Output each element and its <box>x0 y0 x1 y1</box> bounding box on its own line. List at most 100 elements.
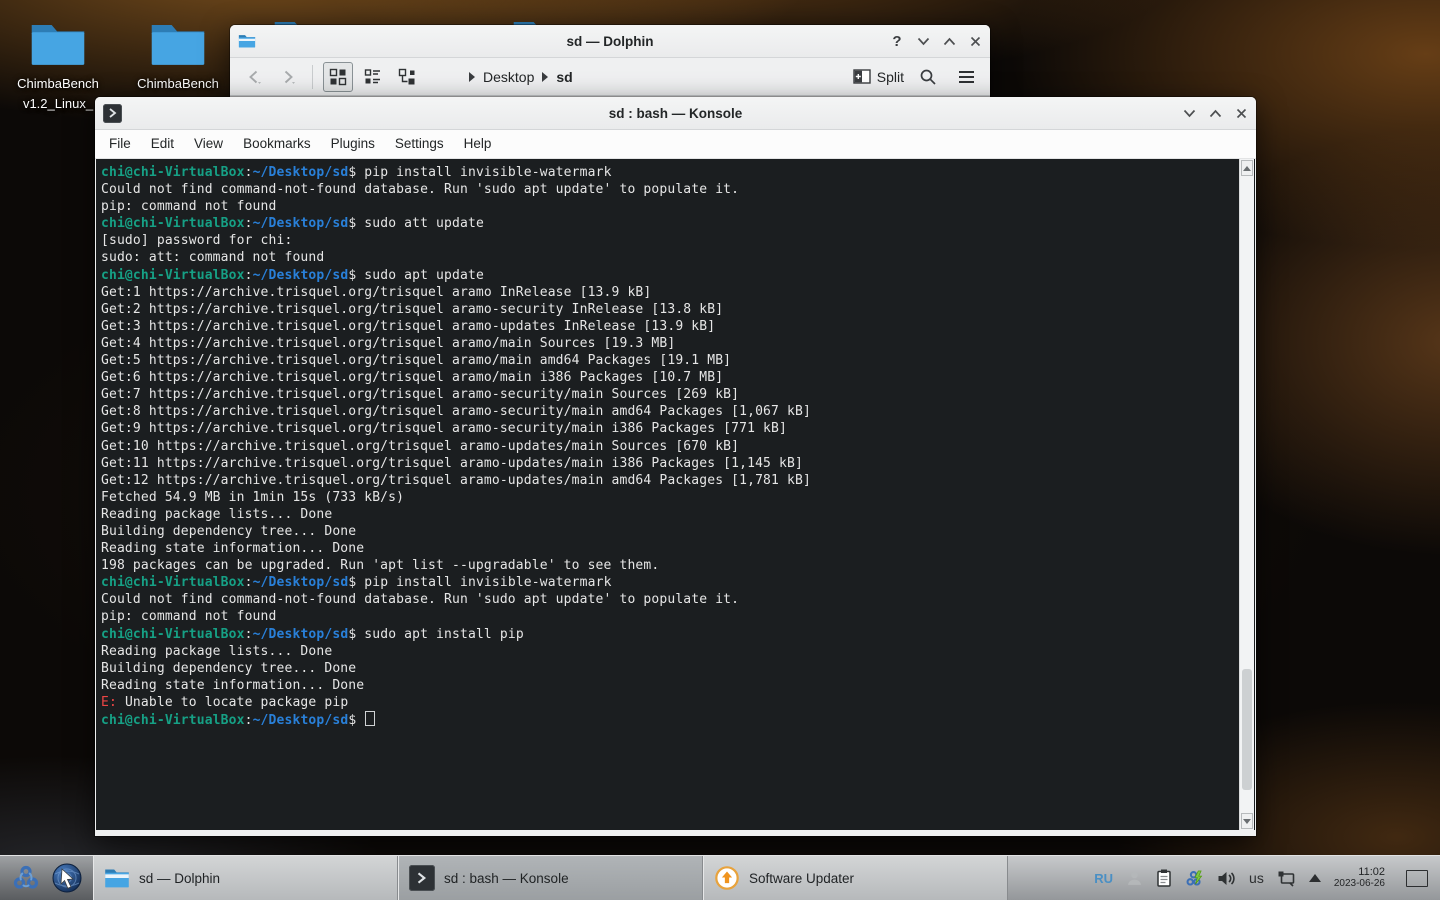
terminal-line: E: Unable to locate package pip <box>101 694 349 710</box>
tree-view-button[interactable] <box>393 63 421 91</box>
terminal-line: Get:11 https://archive.trisquel.org/tris… <box>101 455 803 471</box>
menu-settings[interactable]: Settings <box>385 130 454 158</box>
terminal-line: Get:1 https://archive.trisquel.org/trisq… <box>101 284 652 300</box>
clock[interactable]: 11:02 2023-06-26 <box>1333 866 1385 890</box>
terminal-line: Get:9 https://archive.trisquel.org/trisq… <box>101 421 787 437</box>
terminal-line: Get:5 https://archive.trisquel.org/trisq… <box>101 353 732 369</box>
konsole-app-icon <box>103 103 122 123</box>
chevron-up-icon <box>1209 109 1221 117</box>
terminal-line: Get:3 https://archive.trisquel.org/trisq… <box>101 318 716 334</box>
scroll-up-button[interactable] <box>1241 160 1253 176</box>
terminal-line: chi@chi-VirtualBox:~/Desktop/sd$ sudo at… <box>101 216 484 232</box>
minimize-button[interactable] <box>916 34 930 48</box>
folder-icon <box>151 24 205 65</box>
terminal-line: pip: command not found <box>101 199 277 215</box>
terminal-area[interactable]: chi@chi-VirtualBox:~/Desktop/sd$ pip ins… <box>96 159 1255 830</box>
desktop-icon-label: ChimbaBench <box>17 76 99 91</box>
menu-edit[interactable]: Edit <box>141 130 184 158</box>
task-software-updater[interactable]: Software Updater <box>703 856 1008 900</box>
minimize-button[interactable] <box>1182 106 1196 120</box>
close-icon <box>970 36 980 46</box>
tray-keyboard-layout[interactable]: us <box>1249 870 1264 886</box>
task-konsole[interactable]: sd : bash — Konsole <box>398 856 703 900</box>
clipboard-icon[interactable] <box>1156 869 1172 887</box>
terminal-line: pip: command not found <box>101 609 277 625</box>
scrollbar-thumb[interactable] <box>1242 668 1252 790</box>
konsole-icon <box>409 865 435 891</box>
terminal-line: Fetched 54.9 MB in 1min 15s (733 kB/s) <box>101 489 405 505</box>
back-button[interactable] <box>240 63 268 91</box>
desktop-icon-chimbabench[interactable]: ChimbaBench <box>122 20 234 94</box>
terminal-line: Get:6 https://archive.trisquel.org/trisq… <box>101 370 724 386</box>
konsole-titlebar[interactable]: sd : bash — Konsole <box>95 97 1256 130</box>
menu-view[interactable]: View <box>184 130 233 158</box>
clock-time: 11:02 <box>1358 866 1385 878</box>
taskbar: sd — Dolphin sd : bash — Konsole Softwar… <box>0 855 1440 900</box>
menu-help[interactable]: Help <box>454 130 502 158</box>
breadcrumb-arrow-icon[interactable] <box>542 71 549 82</box>
forward-button[interactable] <box>274 63 302 91</box>
terminal-line: sudo: att: command not found <box>101 250 325 266</box>
task-dolphin[interactable]: sd — Dolphin <box>93 856 398 900</box>
folder-icon <box>105 869 129 888</box>
maximize-button[interactable] <box>1208 106 1222 120</box>
dolphin-folder-icon <box>238 35 256 48</box>
terminal-line: Building dependency tree... Done <box>101 523 357 539</box>
hamburger-icon <box>958 70 974 83</box>
breadcrumb-arrow-icon[interactable] <box>469 71 475 82</box>
terminal-cursor <box>365 711 376 726</box>
terminal-line: Could not find command-not-found databas… <box>101 182 740 198</box>
software-updater-icon <box>715 866 739 890</box>
task-label: sd — Dolphin <box>139 870 221 886</box>
konsole-window: sd : bash — Konsole File Edit View Bookmark… <box>95 97 1256 836</box>
konsole-menubar: File Edit View Bookmarks Plugins Settings Help <box>95 130 1256 159</box>
terminal-line: Reading state information... Done <box>101 677 365 693</box>
breadcrumb-desktop[interactable]: Desktop <box>483 69 534 85</box>
terminal-line: Reading state information... Done <box>101 541 365 557</box>
terminal-line: Could not find command-not-found databas… <box>101 592 740 608</box>
forward-arrow-icon <box>284 70 295 84</box>
task-label: sd : bash — Konsole <box>444 870 569 886</box>
terminal-line: chi@chi-VirtualBox:~/Desktop/sd$ sudo ap… <box>101 267 484 283</box>
help-button[interactable]: ? <box>890 33 904 50</box>
update-notifier-icon[interactable] <box>1185 869 1204 888</box>
chevron-down-icon <box>1183 109 1195 117</box>
terminal-scrollbar[interactable] <box>1239 159 1254 830</box>
chevron-up-icon <box>943 37 955 45</box>
show-desktop-button[interactable] <box>1406 869 1428 887</box>
user-icon[interactable] <box>1126 870 1143 887</box>
maximize-button[interactable] <box>942 34 956 48</box>
split-view-icon <box>853 69 871 84</box>
menu-file[interactable]: File <box>99 130 141 158</box>
konsole-window-title: sd : bash — Konsole <box>608 105 743 121</box>
terminal-output[interactable]: chi@chi-VirtualBox:~/Desktop/sd$ pip ins… <box>96 159 1240 830</box>
terminal-line: chi@chi-VirtualBox:~/Desktop/sd$ pip ins… <box>101 165 612 180</box>
terminal-line: Get:8 https://archive.trisquel.org/trisq… <box>101 404 811 420</box>
terminal-line: Get:4 https://archive.trisquel.org/trisq… <box>101 335 676 351</box>
clock-date: 2023-06-26 <box>1333 878 1385 889</box>
close-button[interactable] <box>968 34 982 48</box>
volume-icon[interactable] <box>1217 870 1236 887</box>
search-button[interactable] <box>914 63 942 91</box>
menu-plugins[interactable]: Plugins <box>321 130 385 158</box>
icons-view-button[interactable] <box>323 61 353 92</box>
launcher-globe-icon[interactable] <box>51 862 83 894</box>
icons-view-icon <box>329 68 347 85</box>
scroll-down-button[interactable] <box>1241 813 1253 829</box>
tray-expander-icon[interactable] <box>1308 874 1321 882</box>
terminal-line: chi@chi-VirtualBox:~/Desktop/sd$ <box>101 711 1240 729</box>
menu-bookmarks[interactable]: Bookmarks <box>233 130 321 158</box>
menu-button[interactable] <box>952 63 980 91</box>
terminal-line: chi@chi-VirtualBox:~/Desktop/sd$ pip ins… <box>101 575 612 591</box>
trisquel-logo-icon[interactable] <box>11 863 41 893</box>
terminal-line: chi@chi-VirtualBox:~/Desktop/sd$ sudo ap… <box>101 626 524 642</box>
network-icon[interactable] <box>1277 870 1296 887</box>
close-button[interactable] <box>1234 106 1248 120</box>
dolphin-titlebar[interactable]: sd — Dolphin ? <box>230 25 990 58</box>
konsole-bottom-frame <box>95 830 1256 836</box>
details-view-button[interactable] <box>359 63 387 91</box>
breadcrumb: Desktop sd <box>469 69 573 85</box>
split-button[interactable]: Split <box>853 68 904 85</box>
tray-layout-ru[interactable]: RU <box>1094 871 1113 886</box>
breadcrumb-current[interactable]: sd <box>556 69 572 85</box>
